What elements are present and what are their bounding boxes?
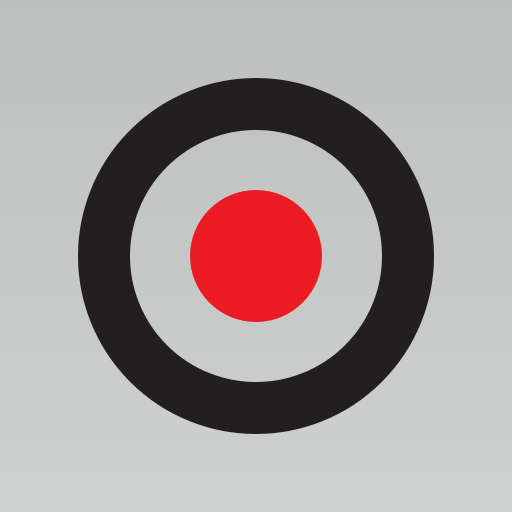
record-icon — [78, 78, 434, 434]
app-icon — [0, 0, 512, 512]
record-dot — [190, 190, 322, 322]
